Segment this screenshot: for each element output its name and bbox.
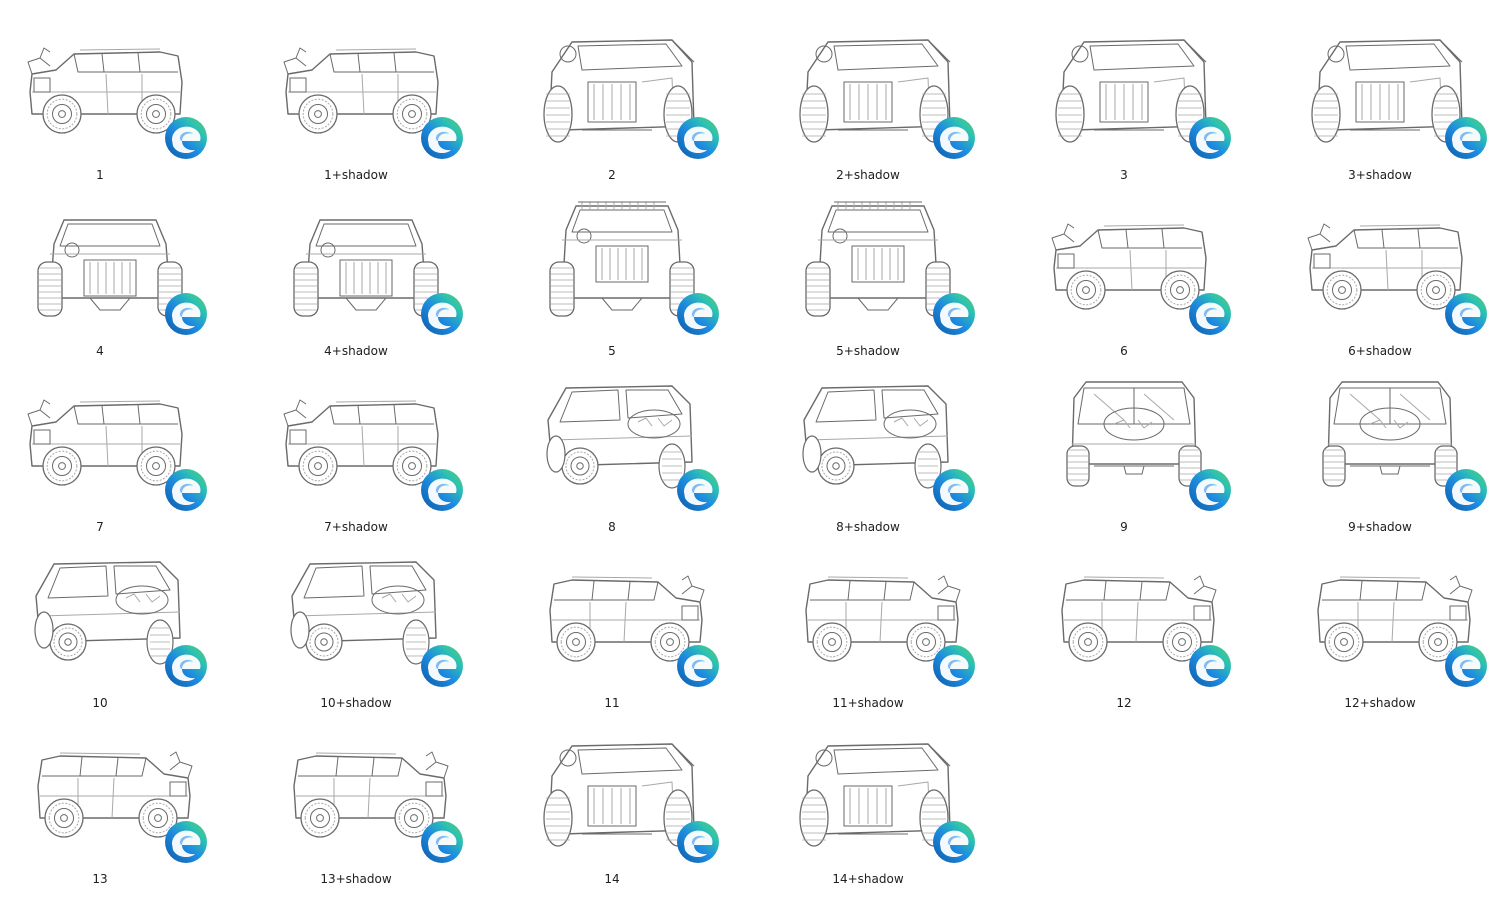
edge-browser-icon — [932, 116, 976, 160]
file-name-label: 4 — [96, 344, 104, 358]
file-item[interactable]: 5+shadow — [768, 184, 1008, 360]
file-item[interactable]: 13 — [0, 712, 240, 888]
edge-browser-icon — [420, 644, 464, 688]
edge-browser-icon — [164, 116, 208, 160]
edge-browser-icon — [420, 116, 464, 160]
edge-browser-icon — [932, 644, 976, 688]
edge-browser-icon — [1188, 292, 1232, 336]
file-name-label: 8 — [608, 520, 616, 534]
file-name-label: 3 — [1120, 168, 1128, 182]
edge-browser-icon — [1444, 292, 1488, 336]
edge-browser-icon — [164, 820, 208, 864]
edge-browser-icon — [676, 116, 720, 160]
file-item[interactable]: 1 — [0, 8, 240, 184]
edge-browser-icon — [676, 468, 720, 512]
file-name-label: 4+shadow — [324, 344, 388, 358]
file-item[interactable]: 12 — [1024, 536, 1264, 712]
file-name-label: 13 — [92, 872, 108, 886]
file-item[interactable]: 2 — [512, 8, 752, 184]
file-name-label: 9 — [1120, 520, 1128, 534]
edge-browser-icon — [1188, 116, 1232, 160]
file-name-label: 7+shadow — [324, 520, 388, 534]
file-item[interactable]: 10 — [0, 536, 240, 712]
file-item[interactable]: 4 — [0, 184, 240, 360]
file-item[interactable]: 7+shadow — [256, 360, 496, 536]
edge-browser-icon — [164, 644, 208, 688]
file-name-label: 3+shadow — [1348, 168, 1412, 182]
edge-browser-icon — [420, 292, 464, 336]
file-item[interactable]: 2+shadow — [768, 8, 1008, 184]
edge-browser-icon — [1188, 644, 1232, 688]
edge-browser-icon — [420, 820, 464, 864]
file-name-label: 10+shadow — [320, 696, 392, 710]
edge-browser-icon — [164, 468, 208, 512]
file-name-label: 9+shadow — [1348, 520, 1412, 534]
file-item[interactable]: 13+shadow — [256, 712, 496, 888]
file-name-label: 5+shadow — [836, 344, 900, 358]
file-name-label: 12+shadow — [1344, 696, 1416, 710]
file-item[interactable]: 6 — [1024, 184, 1264, 360]
edge-browser-icon — [1444, 116, 1488, 160]
edge-browser-icon — [420, 468, 464, 512]
edge-browser-icon — [1444, 644, 1488, 688]
edge-browser-icon — [1444, 468, 1488, 512]
file-name-label: 13+shadow — [320, 872, 392, 886]
file-item[interactable]: 3+shadow — [1280, 8, 1500, 184]
file-name-label: 2 — [608, 168, 616, 182]
file-name-label: 10 — [92, 696, 108, 710]
file-name-label: 11+shadow — [832, 696, 904, 710]
file-item[interactable]: 5 — [512, 184, 752, 360]
file-item[interactable]: 1+shadow — [256, 8, 496, 184]
file-item[interactable]: 8+shadow — [768, 360, 1008, 536]
file-name-label: 14+shadow — [832, 872, 904, 886]
edge-browser-icon — [932, 292, 976, 336]
file-item[interactable]: 12+shadow — [1280, 536, 1500, 712]
edge-browser-icon — [1188, 468, 1232, 512]
file-item[interactable]: 10+shadow — [256, 536, 496, 712]
file-name-label: 6+shadow — [1348, 344, 1412, 358]
file-name-label: 7 — [96, 520, 104, 534]
edge-browser-icon — [676, 292, 720, 336]
file-name-label: 1 — [96, 168, 104, 182]
file-item[interactable]: 11 — [512, 536, 752, 712]
file-name-label: 12 — [1116, 696, 1132, 710]
file-item[interactable]: 6+shadow — [1280, 184, 1500, 360]
file-name-label: 5 — [608, 344, 616, 358]
file-grid: 1 1+shadow 2 2+shadow 3 3+shadow 4 4+shadow 5 5+s… — [0, 0, 1500, 905]
file-name-label: 2+shadow — [836, 168, 900, 182]
file-item[interactable]: 14 — [512, 712, 752, 888]
file-name-label: 14 — [604, 872, 620, 886]
file-item[interactable]: 7 — [0, 360, 240, 536]
file-item[interactable]: 3 — [1024, 8, 1264, 184]
file-name-label: 11 — [604, 696, 620, 710]
file-item[interactable]: 8 — [512, 360, 752, 536]
file-name-label: 8+shadow — [836, 520, 900, 534]
file-item[interactable]: 11+shadow — [768, 536, 1008, 712]
file-item[interactable]: 4+shadow — [256, 184, 496, 360]
file-item[interactable]: 9+shadow — [1280, 360, 1500, 536]
edge-browser-icon — [164, 292, 208, 336]
edge-browser-icon — [676, 820, 720, 864]
file-name-label: 1+shadow — [324, 168, 388, 182]
edge-browser-icon — [932, 820, 976, 864]
edge-browser-icon — [932, 468, 976, 512]
file-item[interactable]: 9 — [1024, 360, 1264, 536]
file-item[interactable]: 14+shadow — [768, 712, 1008, 888]
file-name-label: 6 — [1120, 344, 1128, 358]
edge-browser-icon — [676, 644, 720, 688]
